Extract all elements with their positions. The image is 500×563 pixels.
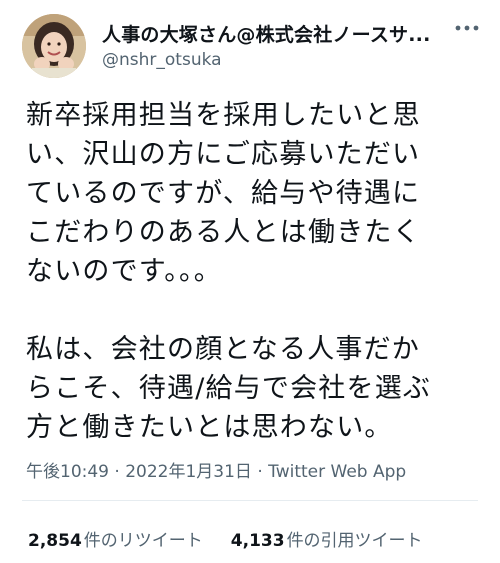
tweet-text-line	[26, 291, 478, 330]
tweet-text-line: ているのですが、給与や待遇に	[26, 178, 421, 209]
tweet-text-line: 新卒採用担当を採用したいと思	[26, 100, 421, 131]
quote-tweets-stat[interactable]: 4,133 件の引用ツイート	[231, 526, 423, 551]
more-options-button[interactable]	[452, 16, 482, 40]
tweet-meta: 午後10:49 · 2022年1月31日 · Twitter Web App	[26, 457, 406, 482]
tweet-text-line: い、沢山の方にご応募いただい	[26, 139, 421, 170]
tweet-text: 新卒採用担当を採用したいと思 い、沢山の方にご応募いただい ているのですが、給与…	[26, 96, 478, 447]
tweet-date[interactable]: 2022年1月31日	[125, 462, 252, 482]
tweet-text-line: 方と働きたいとは思わない。	[26, 412, 393, 443]
author-handle[interactable]: @nshr_otsuka	[102, 50, 222, 70]
tweet-time[interactable]: 午後10:49	[26, 462, 109, 482]
tweet-source[interactable]: Twitter Web App	[268, 462, 406, 482]
avatar-photo	[22, 14, 86, 78]
retweets-count: 2,854	[28, 531, 82, 551]
more-horizontal-icon	[455, 25, 479, 31]
quote-tweets-label: 件の引用ツイート	[286, 531, 423, 551]
tweet-text-line: こだわりのある人とは働きたく	[26, 217, 421, 248]
tweet-text-line: ないのです。。。	[26, 256, 222, 287]
tweet-card: 人事の大塚さん@株式会社ノースサ... @nshr_otsuka 新卒採用担当を…	[0, 0, 500, 563]
retweets-label: 件のリツイート	[83, 531, 203, 551]
divider	[22, 500, 478, 501]
tweet-text-line: らこそ、待遇/給与で会社を選ぶ	[26, 373, 432, 404]
tweet-stats: 2,854 件のリツイート 4,133 件の引用ツイート	[28, 526, 423, 551]
retweets-stat[interactable]: 2,854 件のリツイート	[28, 526, 203, 551]
meta-separator: ·	[251, 462, 269, 482]
tweet-text-line: 私は、会社の顔となる人事だか	[26, 334, 420, 365]
meta-separator: ·	[109, 462, 126, 482]
author-display-name[interactable]: 人事の大塚さん@株式会社ノースサ...	[102, 20, 432, 47]
avatar[interactable]	[22, 14, 86, 78]
quote-tweets-count: 4,133	[230, 531, 285, 551]
